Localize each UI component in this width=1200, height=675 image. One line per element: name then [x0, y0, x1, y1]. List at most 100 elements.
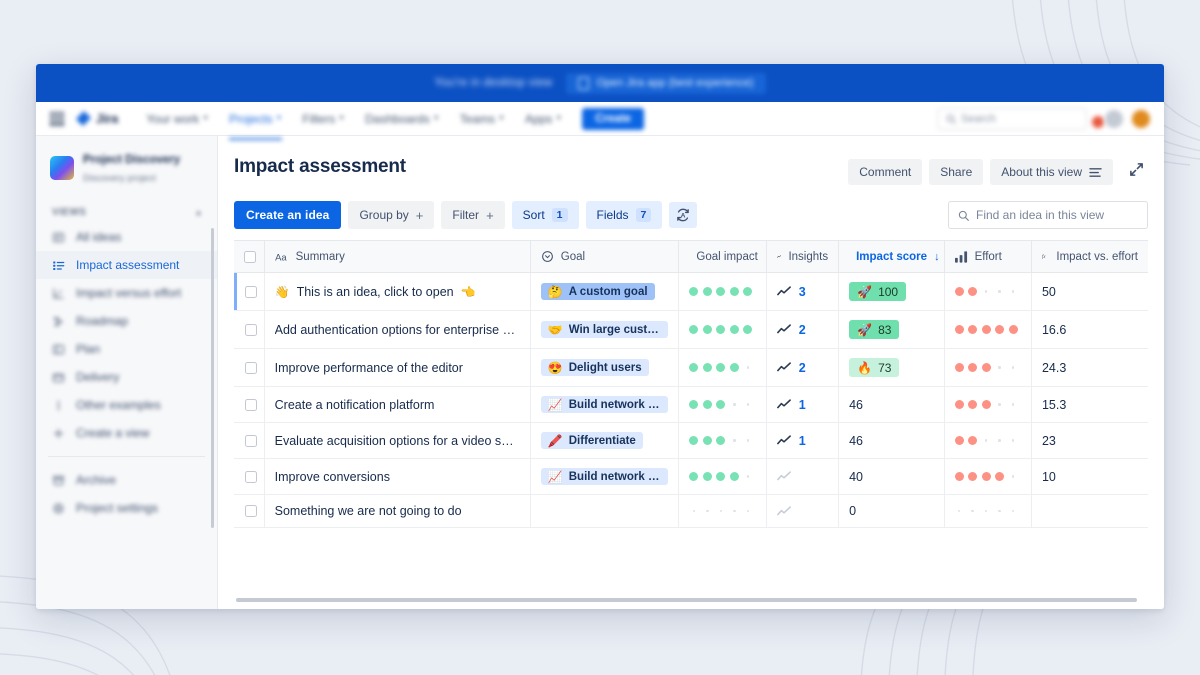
fields-button[interactable]: Fields 7 — [585, 201, 663, 229]
project-header[interactable]: Project Discovery Discovery project — [36, 148, 217, 200]
cell-insights[interactable] — [766, 458, 840, 495]
row-select-cell[interactable] — [234, 310, 265, 349]
column-header-impact-vs-effort[interactable]: fx Impact vs. effort — [1031, 240, 1148, 273]
jira-logo[interactable]: Jira — [76, 111, 118, 126]
cell-effort[interactable] — [944, 422, 1032, 459]
scrollbar-thumb[interactable] — [236, 598, 1137, 602]
sidebar-item-roadmap[interactable]: Roadmap — [36, 307, 217, 335]
cell-summary[interactable]: 👋 This is an idea, click to open 👈 — [264, 272, 531, 311]
cell-insights[interactable]: 2 — [766, 310, 840, 349]
open-jira-app-button[interactable]: Open Jira app (best experience) — [566, 72, 766, 94]
sidebar-scrollbar[interactable] — [211, 228, 214, 528]
row-select-cell[interactable] — [234, 494, 265, 528]
cell-effort[interactable] — [944, 386, 1032, 423]
nav-item-projects[interactable]: Projects ▼ — [221, 107, 290, 140]
sidebar-item-create-a-view[interactable]: Create a view — [36, 419, 217, 447]
select-all-checkbox[interactable] — [244, 250, 256, 263]
table-row[interactable]: Add authentication options for enterpris… — [234, 310, 1148, 349]
row-select-cell[interactable] — [234, 386, 265, 423]
cell-goal[interactable]: 🤝 Win large customers — [530, 310, 680, 349]
cell-insights[interactable]: 2 — [766, 348, 840, 387]
cell-goal-impact[interactable] — [678, 348, 767, 387]
cell-impact-vs-effort[interactable]: 10 — [1031, 458, 1148, 495]
goal-tag[interactable]: 📈 Build network effects — [540, 396, 669, 413]
goal-tag[interactable]: 🖍️ Differentiate — [540, 432, 643, 449]
sidebar-item-other-examples[interactable]: Other examples — [36, 391, 217, 419]
cell-effort[interactable] — [944, 494, 1032, 528]
column-header-effort[interactable]: Effort — [944, 240, 1032, 273]
sort-button[interactable]: Sort 1 — [511, 201, 579, 229]
cell-goal-impact[interactable] — [678, 272, 767, 311]
row-checkbox[interactable] — [245, 285, 257, 298]
cell-goal[interactable]: 📈 Build network effects — [530, 386, 680, 423]
cell-impact-vs-effort[interactable]: 50 — [1031, 272, 1148, 311]
cell-summary[interactable]: Improve conversions — [264, 458, 531, 495]
cell-goal-impact[interactable] — [678, 310, 767, 349]
sidebar-item-impact-versus-effort[interactable]: Impact versus effort — [36, 279, 217, 307]
sidebar-item-plan[interactable]: Plan — [36, 335, 217, 363]
cell-impact-score[interactable]: 🔥 73 — [838, 348, 945, 387]
cell-impact-score[interactable]: 40 — [838, 458, 945, 495]
goal-tag[interactable]: 🤝 Win large customers — [540, 321, 669, 338]
select-all-header[interactable] — [234, 240, 265, 273]
table-row[interactable]: Improve conversions 📈 Build network effect… — [234, 458, 1148, 495]
filter-button[interactable]: Filter + — [441, 201, 505, 229]
cell-summary[interactable]: Something we are not going to do — [264, 494, 531, 528]
cell-impact-vs-effort[interactable]: 23 — [1031, 422, 1148, 459]
row-checkbox[interactable] — [245, 470, 257, 483]
cell-impact-score[interactable]: 46 — [838, 386, 945, 423]
goal-tag[interactable]: 🤔 A custom goal — [540, 283, 655, 300]
global-search-input[interactable]: Search — [937, 107, 1087, 130]
table-row[interactable]: Improve performance of the editor 😍 Deligh… — [234, 348, 1148, 387]
cell-goal-impact[interactable] — [678, 458, 767, 495]
horizontal-scrollbar[interactable] — [234, 591, 1148, 609]
column-header-summary[interactable]: Aa Summary — [264, 240, 531, 273]
nav-item-apps[interactable]: Apps ▼ — [517, 107, 570, 131]
cell-impact-vs-effort[interactable]: 24.3 — [1031, 348, 1148, 387]
cell-goal-impact[interactable] — [678, 386, 767, 423]
cell-goal[interactable]: 😍 Delight users — [530, 348, 680, 387]
find-idea-input[interactable]: Find an idea in this view — [948, 201, 1148, 229]
sidebar-section-views[interactable]: VIEWS ▲ — [36, 200, 217, 223]
cell-goal[interactable]: 📈 Build network effects — [530, 458, 680, 495]
expand-view-button[interactable] — [1120, 156, 1148, 188]
share-button[interactable]: Share — [929, 159, 984, 185]
cell-goal[interactable]: 🤔 A custom goal — [530, 272, 680, 311]
sidebar-item-delivery[interactable]: Delivery — [36, 363, 217, 391]
row-checkbox[interactable] — [245, 361, 257, 374]
sidebar-item-impact-assessment[interactable]: Impact assessment — [36, 251, 217, 279]
table-row[interactable]: Evaluate acquisition options for a video… — [234, 422, 1148, 459]
cell-insights[interactable]: 1 — [766, 386, 840, 423]
column-header-goal[interactable]: Goal — [530, 240, 680, 273]
cell-impact-score[interactable]: 0 — [838, 494, 945, 528]
user-avatar[interactable] — [1132, 109, 1150, 128]
chevron-up-icon[interactable]: ▲ — [195, 208, 203, 217]
row-select-cell[interactable] — [234, 458, 265, 495]
cell-effort[interactable] — [944, 348, 1032, 387]
apps-grid-icon[interactable] — [50, 111, 64, 126]
cell-summary[interactable]: Create a notification platform — [264, 386, 531, 423]
column-header-goal-impact[interactable]: Goal impact — [678, 240, 767, 273]
help-icon[interactable] — [1105, 109, 1123, 128]
cell-summary[interactable]: Evaluate acquisition options for a video… — [264, 422, 531, 459]
cell-effort[interactable] — [944, 310, 1032, 349]
row-select-cell[interactable] — [234, 422, 265, 459]
create-an-idea-button[interactable]: Create an idea — [234, 201, 342, 229]
cell-effort[interactable] — [944, 458, 1032, 495]
cell-insights[interactable] — [766, 494, 840, 528]
nav-item-filters[interactable]: Filters ▼ — [294, 107, 353, 131]
group-by-button[interactable]: Group by + — [348, 201, 435, 229]
nav-item-teams[interactable]: Teams ▼ — [452, 107, 513, 131]
row-select-cell[interactable] — [234, 272, 265, 311]
row-checkbox[interactable] — [245, 398, 257, 411]
row-checkbox[interactable] — [245, 505, 257, 517]
cell-impact-vs-effort[interactable]: 16.6 — [1031, 310, 1148, 349]
cell-impact-score[interactable]: 🚀 83 — [838, 310, 945, 349]
sidebar-item-project-settings[interactable]: Project settings — [36, 494, 217, 522]
row-select-cell[interactable] — [234, 348, 265, 387]
cell-goal-impact[interactable] — [678, 494, 767, 528]
table-row[interactable]: Something we are not going to do 0 — [234, 494, 1148, 528]
cell-insights[interactable]: 3 — [766, 272, 840, 311]
nav-item-dashboards[interactable]: Dashboards ▼ — [357, 107, 448, 131]
goal-tag[interactable]: 📈 Build network effects — [540, 468, 669, 485]
